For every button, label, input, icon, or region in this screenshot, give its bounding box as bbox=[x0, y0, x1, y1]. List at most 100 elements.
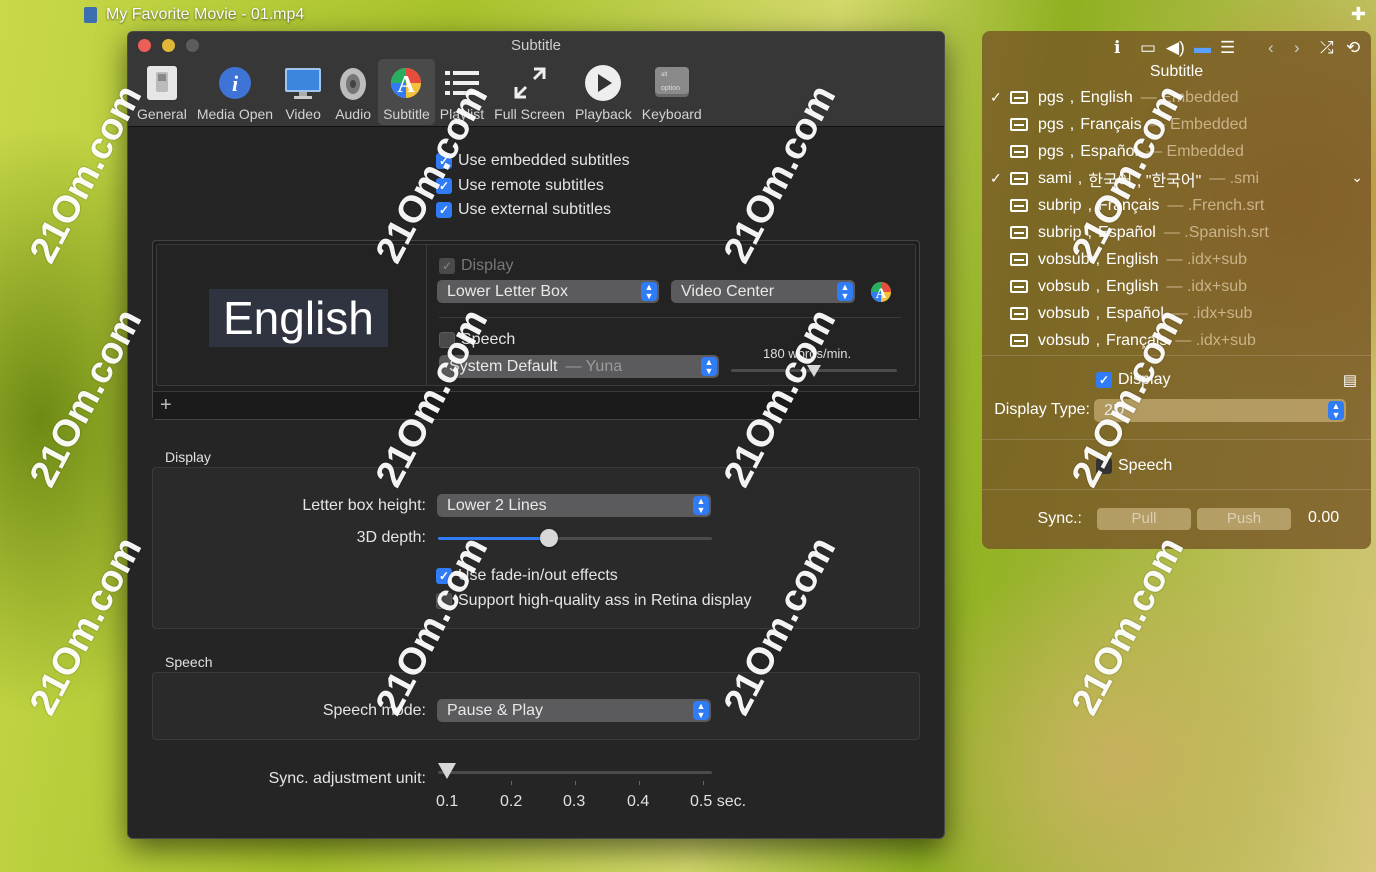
forward-icon[interactable]: › bbox=[1294, 38, 1300, 58]
subtitle-track-row[interactable]: pgs, Español — Embedded bbox=[990, 138, 1360, 165]
checkmark-icon: ✓ bbox=[1096, 372, 1112, 388]
position-popup[interactable]: Lower Letter Box ▲ ▼ bbox=[437, 280, 659, 303]
track-language: English bbox=[1106, 277, 1159, 295]
hud-display-checkbox[interactable]: ✓ Display bbox=[1096, 371, 1170, 389]
track-language: Français bbox=[1098, 196, 1160, 214]
back-icon[interactable]: ‹ bbox=[1268, 38, 1274, 58]
color-palette-icon[interactable]: A bbox=[870, 281, 892, 308]
subtitle-track-row[interactable]: subrip, Español — .Spanish.srt bbox=[990, 219, 1360, 246]
tab-label: General bbox=[137, 106, 187, 122]
add-style-button[interactable]: + bbox=[160, 394, 172, 417]
subtitle-track-icon bbox=[1010, 280, 1028, 293]
shuffle-icon[interactable]: ⤮ bbox=[1320, 38, 1334, 58]
fade-checkbox[interactable]: ✓ Use fade-in/out effects bbox=[436, 567, 618, 585]
speaker-icon bbox=[333, 63, 373, 103]
subtitle-track-row[interactable]: vobsub, Español — .idx+sub bbox=[990, 300, 1360, 327]
checkbox-box bbox=[439, 332, 455, 348]
tab-label: Keyboard bbox=[641, 106, 702, 122]
speech-mode-popup[interactable]: Pause & Play ▲ ▼ bbox=[437, 699, 711, 722]
subtitle-track-icon bbox=[1010, 145, 1028, 158]
track-source: — .Spanish.srt bbox=[1163, 223, 1269, 241]
subtitle-track-row[interactable]: pgs, Français — Embedded bbox=[990, 111, 1360, 138]
play-icon bbox=[583, 63, 623, 103]
subtitle-style-row[interactable]: English ✓ Display Lower Letter Box ▲ ▼ Vi… bbox=[156, 244, 916, 386]
tab-audio[interactable]: Audio bbox=[328, 59, 378, 125]
repeat-icon[interactable]: ⟲ bbox=[1346, 38, 1360, 58]
sync-unit-knob[interactable] bbox=[438, 763, 456, 779]
sync-unit-label: Sync. adjustment unit: bbox=[268, 770, 426, 787]
alignment-popup[interactable]: Video Center ▲ ▼ bbox=[671, 280, 855, 303]
popup-stepper-icon: ▲ ▼ bbox=[837, 282, 853, 301]
pin-icon[interactable]: ✚ bbox=[1351, 4, 1366, 25]
tab-keyboard[interactable]: alt option Keyboard bbox=[637, 59, 707, 125]
tab-full-screen[interactable]: Full Screen bbox=[489, 59, 570, 125]
track-language: 한국어 , "한국어" bbox=[1088, 172, 1202, 190]
speech-mode-label: Speech mode: bbox=[322, 702, 426, 719]
separator: , bbox=[1077, 169, 1083, 187]
tab-media-open[interactable]: i Media Open bbox=[192, 59, 278, 125]
monitor-icon[interactable]: ▭ bbox=[1140, 38, 1156, 58]
svg-text:A: A bbox=[398, 72, 416, 98]
checkbox-label: Use fade-in/out effects bbox=[458, 567, 618, 584]
push-button[interactable]: Push bbox=[1197, 508, 1291, 530]
tab-label: Playlist bbox=[439, 106, 485, 122]
window-title: Subtitle bbox=[510, 37, 562, 54]
switch-icon bbox=[142, 63, 182, 103]
subtitle-icon[interactable]: ▬ bbox=[1194, 38, 1211, 58]
depth-knob[interactable] bbox=[540, 529, 558, 547]
list-icon[interactable]: ☰ bbox=[1220, 38, 1235, 58]
speaker-icon[interactable]: ◀) bbox=[1166, 38, 1185, 58]
chevron-down-icon[interactable]: ⌄ bbox=[1351, 169, 1363, 186]
hud-speech-checkbox[interactable]: Speech bbox=[1096, 457, 1172, 475]
preferences-window: Subtitle General i Media Open Video Audi… bbox=[127, 31, 945, 839]
subtitle-track-row[interactable]: ✓ sami, 한국어 , "한국어" — .smi bbox=[990, 165, 1360, 192]
style-speech-checkbox[interactable]: Speech bbox=[439, 331, 515, 349]
tick-label: 0.2 bbox=[500, 793, 523, 810]
checkmark-icon: ✓ bbox=[436, 153, 452, 169]
divider bbox=[982, 439, 1371, 440]
checkmark-icon: ✓ bbox=[436, 568, 452, 584]
subtitle-style-box: English ✓ Display Lower Letter Box ▲ ▼ Vi… bbox=[152, 240, 920, 420]
checkmark-icon: ✓ bbox=[990, 89, 1002, 105]
track-source: — .idx+sub bbox=[1175, 331, 1256, 349]
subtitle-settings-icon[interactable]: ▤ bbox=[1343, 371, 1357, 389]
tab-general[interactable]: General bbox=[132, 59, 192, 125]
letterbox-popup[interactable]: Lower 2 Lines ▲ ▼ bbox=[437, 494, 711, 517]
sync-unit-slider[interactable] bbox=[438, 771, 712, 774]
tab-playlist[interactable]: Playlist bbox=[435, 59, 489, 125]
retina-checkbox[interactable]: Support high-quality ass in Retina displ… bbox=[436, 592, 752, 610]
preview-text: English bbox=[209, 289, 388, 347]
svg-text:option: option bbox=[661, 85, 680, 92]
tick-label: 0.3 bbox=[563, 793, 586, 810]
display-type-popup[interactable]: 2D ▲ ▼ bbox=[1094, 399, 1346, 422]
preferences-toolbar: General i Media Open Video Audio A Subti… bbox=[132, 59, 707, 125]
track-type: vobsub bbox=[1038, 331, 1090, 349]
track-source: — Embedded bbox=[1149, 115, 1248, 133]
tick-label: 0.5 sec. bbox=[690, 793, 747, 810]
subtitle-track-row[interactable]: subrip, Français — .French.srt bbox=[990, 192, 1360, 219]
use-external-checkbox[interactable]: ✓ Use external subtitles bbox=[436, 201, 611, 219]
sync-label: Sync.: bbox=[1037, 510, 1082, 527]
tab-label: Playback bbox=[574, 106, 632, 122]
tab-video[interactable]: Video bbox=[278, 59, 328, 125]
speech-rate-knob[interactable] bbox=[807, 365, 821, 377]
voice-popup[interactable]: System Default — Yuna ▲ ▼ bbox=[439, 355, 719, 378]
popup-value: 2D bbox=[1104, 401, 1125, 419]
pull-button[interactable]: Pull bbox=[1097, 508, 1191, 530]
track-type: pgs bbox=[1038, 88, 1064, 106]
separator: , bbox=[1087, 196, 1093, 214]
subtitle-track-row[interactable]: vobsub, Français — .idx+sub bbox=[990, 327, 1360, 354]
info-icon[interactable]: ℹ bbox=[1114, 38, 1120, 58]
subtitle-track-row[interactable]: vobsub, English — .idx+sub bbox=[990, 273, 1360, 300]
tab-playback[interactable]: Playback bbox=[570, 59, 637, 125]
subtitle-track-row[interactable]: ✓ pgs, English — Embedded bbox=[990, 84, 1360, 111]
subtitle-track-row[interactable]: vobsub, English — .idx+sub bbox=[990, 246, 1360, 273]
style-display-checkbox[interactable]: ✓ Display bbox=[439, 257, 513, 275]
use-remote-checkbox[interactable]: ✓ Use remote subtitles bbox=[436, 177, 604, 195]
track-source: — Embedded bbox=[1146, 142, 1244, 160]
tab-subtitle[interactable]: A Subtitle bbox=[378, 59, 435, 125]
divider bbox=[982, 355, 1371, 356]
subtitle-track-icon bbox=[1010, 91, 1028, 104]
hud-title: Subtitle bbox=[1149, 63, 1204, 80]
use-embedded-checkbox[interactable]: ✓ Use embedded subtitles bbox=[436, 152, 630, 170]
